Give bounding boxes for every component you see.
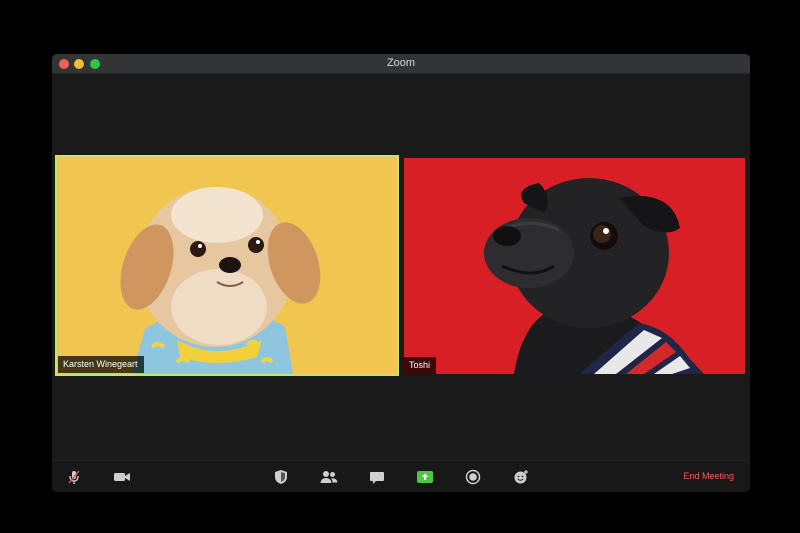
participants-button[interactable] [318,468,340,486]
video-gallery: Karsten Winegeart Toshi [52,74,750,460]
participant-video-toshi [404,158,745,374]
video-tile-karsten[interactable]: Karsten Winegeart [55,155,399,376]
participant-name-tag: Toshi [404,357,437,374]
meeting-controls-toolbar: End Meeting [52,460,750,492]
participant-name-tag: Karsten Winegeart [58,356,144,373]
window-title: Zoom [386,57,416,69]
share-screen-icon [417,471,433,483]
end-meeting-button[interactable]: End Meeting [683,471,734,481]
record-icon [465,469,481,485]
chat-button[interactable] [366,468,388,486]
chat-bubble-icon [370,471,384,484]
security-shield-icon [275,470,287,484]
video-button[interactable] [111,468,133,486]
share-screen-button[interactable] [414,468,436,486]
zoom-window: Zoom Karsten Winegeart Toshi End Meeting [52,54,750,492]
record-button[interactable] [462,468,484,486]
title-bar[interactable]: Zoom [52,54,750,74]
mute-button[interactable] [63,468,85,486]
video-camera-icon [114,473,130,481]
reactions-button[interactable] [510,468,532,486]
video-tile-toshi[interactable]: Toshi [404,158,745,374]
participants-icon [320,471,338,483]
reactions-icon [514,470,528,484]
microphone-muted-icon [68,470,80,484]
security-button[interactable] [270,468,292,486]
participant-video-karsten [57,157,397,374]
